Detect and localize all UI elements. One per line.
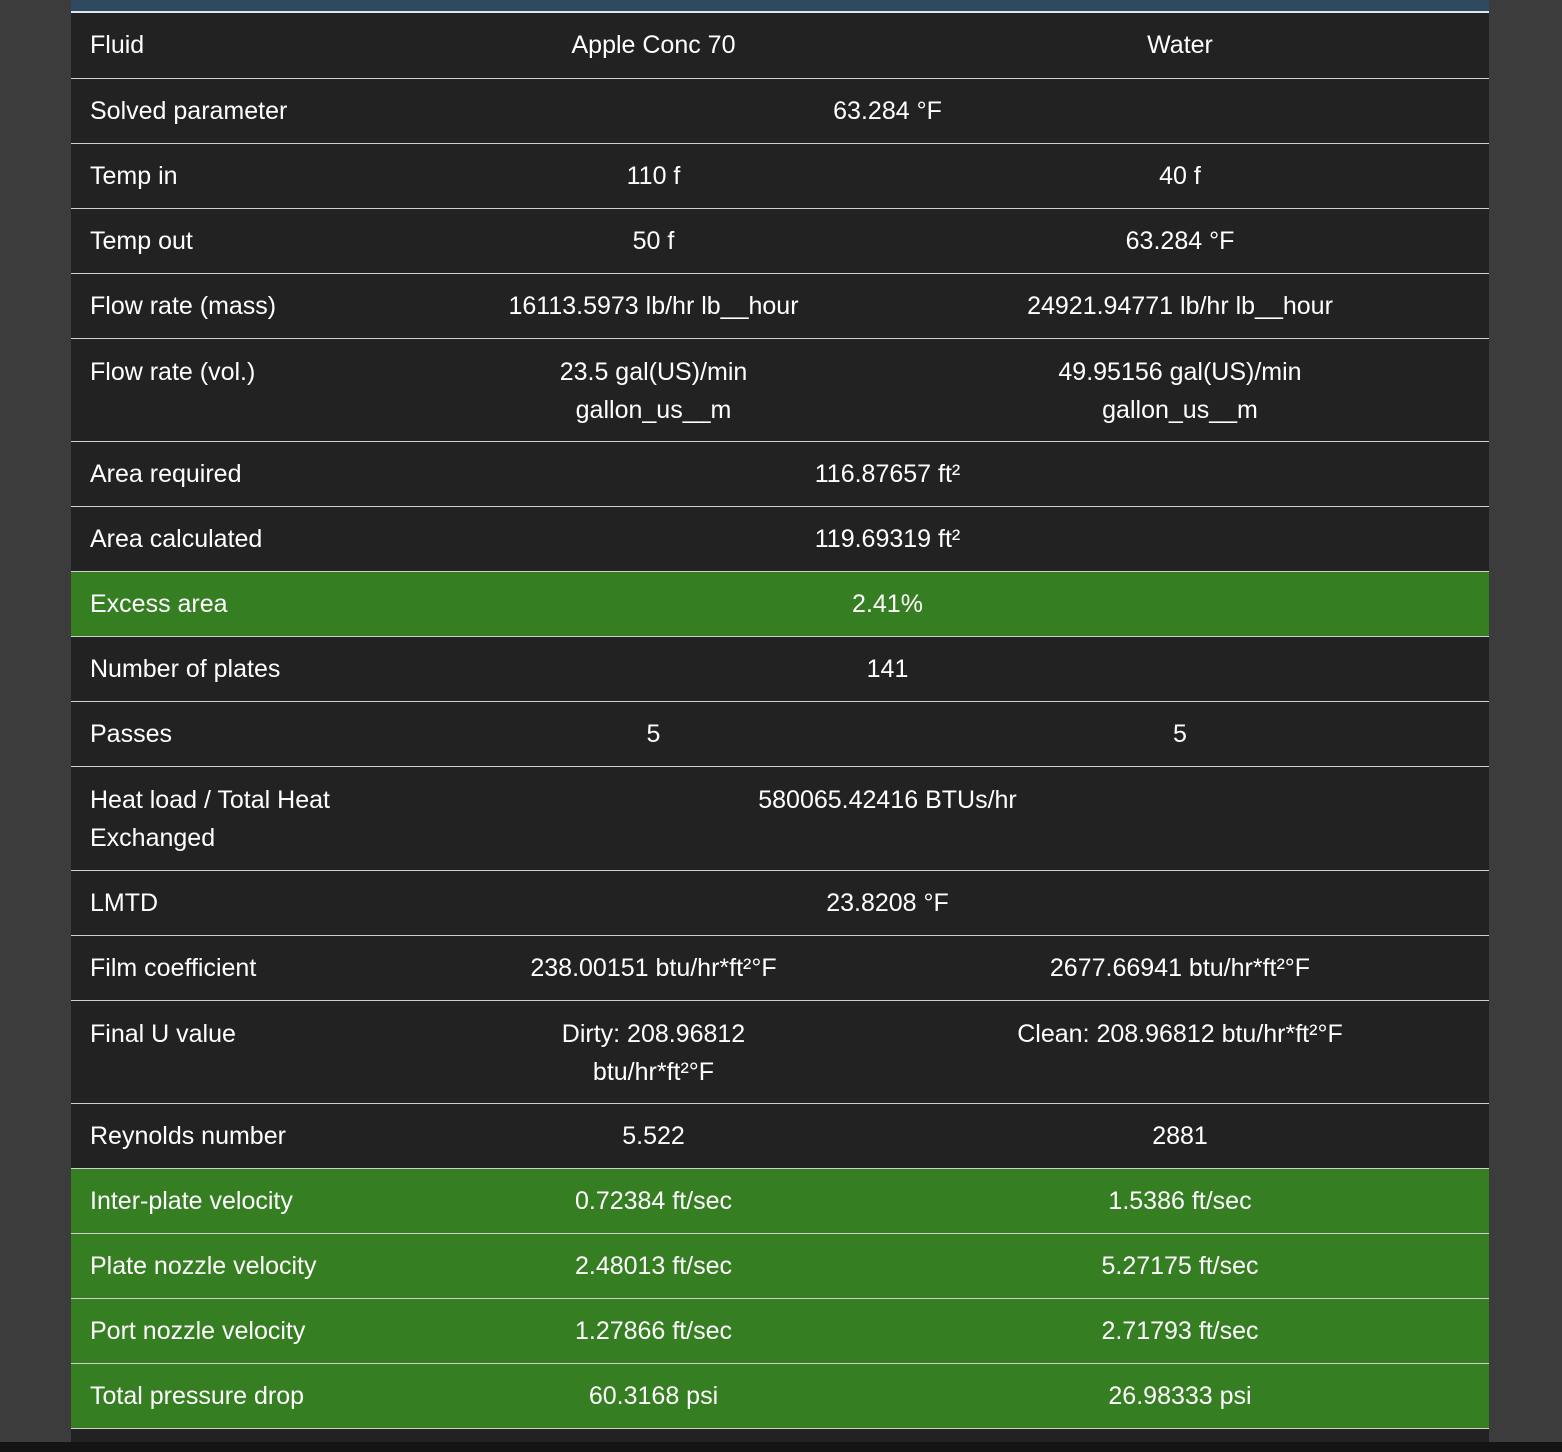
table-row-area-required: Area required 116.87657 ft²: [71, 441, 1489, 507]
shared-value: 141: [436, 636, 1489, 702]
table-row-fluid: Fluid Apple Conc 70 Water: [71, 13, 1489, 79]
bottom-bar: [0, 1442, 1562, 1452]
row-label: Reynolds number: [71, 1103, 436, 1169]
header-accent-bar: [71, 0, 1489, 13]
row-label: Area calculated: [71, 506, 436, 572]
row-label: Flow rate (mass): [71, 273, 436, 339]
hot-value: 16113.5973 lb/hr lb__hour: [436, 273, 871, 339]
cold-value: 2677.66941 btu/hr*ft²°F: [871, 935, 1489, 1001]
row-label: Plate nozzle velocity: [71, 1233, 436, 1299]
row-label: LMTD: [71, 870, 436, 936]
cold-value: 5.27175 ft/sec: [871, 1233, 1489, 1299]
hot-value: 23.5 gal(US)/min gallon_us__m: [436, 338, 871, 442]
table-row-inter-plate-velocity: Inter-plate velocity 0.72384 ft/sec 1.53…: [71, 1168, 1489, 1234]
table-row-temp-out: Temp out 50 f 63.284 °F: [71, 208, 1489, 274]
table-row-area-calculated: Area calculated 119.69319 ft²: [71, 506, 1489, 572]
shared-value: 116.87657 ft²: [436, 441, 1489, 507]
hot-value: 50 f: [436, 208, 871, 274]
table-row-flow-mass: Flow rate (mass) 16113.5973 lb/hr lb__ho…: [71, 273, 1489, 339]
row-label: Excess area: [71, 571, 436, 637]
row-label: Fluid: [71, 13, 436, 79]
row-label: Passes: [71, 701, 436, 767]
hot-value: 238.00151 btu/hr*ft²°F: [436, 935, 871, 1001]
hot-value: 1.27866 ft/sec: [436, 1298, 871, 1364]
cold-value: 26.98333 psi: [871, 1363, 1489, 1429]
results-page: Fluid Apple Conc 70 Water Solved paramet…: [0, 0, 1562, 1452]
hot-value: Dirty: 208.96812 btu/hr*ft²°F: [436, 1000, 871, 1104]
row-label: Final U value: [71, 1000, 436, 1104]
row-label: Film coefficient: [71, 935, 436, 1001]
hot-value: 2.48013 ft/sec: [436, 1233, 871, 1299]
table-row-passes: Passes 5 5: [71, 701, 1489, 767]
table-row-lmtd: LMTD 23.8208 °F: [71, 870, 1489, 936]
row-label: Solved parameter: [71, 78, 436, 144]
table-row-plate-nozzle-velocity: Plate nozzle velocity 2.48013 ft/sec 5.2…: [71, 1233, 1489, 1299]
table-row-final-u: Final U value Dirty: 208.96812 btu/hr*ft…: [71, 1000, 1489, 1104]
row-label: Temp in: [71, 143, 436, 209]
table-row-total-pressure-drop: Total pressure drop 60.3168 psi 26.98333…: [71, 1363, 1489, 1429]
cold-value: Water: [871, 13, 1489, 79]
hot-value: Apple Conc 70: [436, 13, 871, 79]
results-panel: Fluid Apple Conc 70 Water Solved paramet…: [71, 0, 1489, 1442]
cold-value: 63.284 °F: [871, 208, 1489, 274]
shared-value: 2.41%: [436, 571, 1489, 637]
cold-value: 2881: [871, 1103, 1489, 1169]
table-row-film-coefficient: Film coefficient 238.00151 btu/hr*ft²°F …: [71, 935, 1489, 1001]
table-row-excess-area: Excess area 2.41%: [71, 571, 1489, 637]
cold-value: 2.71793 ft/sec: [871, 1298, 1489, 1364]
row-label: Port nozzle velocity: [71, 1298, 436, 1364]
table-row-temp-in: Temp in 110 f 40 f: [71, 143, 1489, 209]
row-label: Flow rate (vol.): [71, 338, 436, 442]
table-row-reynolds: Reynolds number 5.522 2881: [71, 1103, 1489, 1169]
table-row-flow-vol: Flow rate (vol.) 23.5 gal(US)/min gallon…: [71, 338, 1489, 442]
cold-value: 49.95156 gal(US)/min gallon_us__m: [871, 338, 1489, 442]
cold-value: 1.5386 ft/sec: [871, 1168, 1489, 1234]
table-row-port-nozzle-velocity: Port nozzle velocity 1.27866 ft/sec 2.71…: [71, 1298, 1489, 1364]
shared-value: 23.8208 °F: [436, 870, 1489, 936]
cold-value: 40 f: [871, 143, 1489, 209]
hot-value: 5: [436, 701, 871, 767]
table-row-number-of-plates: Number of plates 141: [71, 636, 1489, 702]
shared-value: 580065.42416 BTUs/hr: [436, 766, 1489, 871]
table-row-solved-parameter: Solved parameter 63.284 °F: [71, 78, 1489, 144]
shared-value: 119.69319 ft²: [436, 506, 1489, 572]
cold-value: 24921.94771 lb/hr lb__hour: [871, 273, 1489, 339]
row-label: Number of plates: [71, 636, 436, 702]
table-row-heat-load: Heat load / Total Heat Exchanged 580065.…: [71, 766, 1489, 871]
hot-value: 110 f: [436, 143, 871, 209]
hot-value: 60.3168 psi: [436, 1363, 871, 1429]
row-label: Area required: [71, 441, 436, 507]
results-table: Fluid Apple Conc 70 Water Solved paramet…: [71, 13, 1489, 1429]
cold-value: Clean: 208.96812 btu/hr*ft²°F: [871, 1000, 1489, 1104]
shared-value: 63.284 °F: [436, 78, 1489, 144]
row-label: Inter-plate velocity: [71, 1168, 436, 1234]
hot-value: 5.522: [436, 1103, 871, 1169]
row-label: Heat load / Total Heat Exchanged: [71, 766, 436, 871]
cold-value: 5: [871, 701, 1489, 767]
row-label: Total pressure drop: [71, 1363, 436, 1429]
hot-value: 0.72384 ft/sec: [436, 1168, 871, 1234]
row-label: Temp out: [71, 208, 436, 274]
